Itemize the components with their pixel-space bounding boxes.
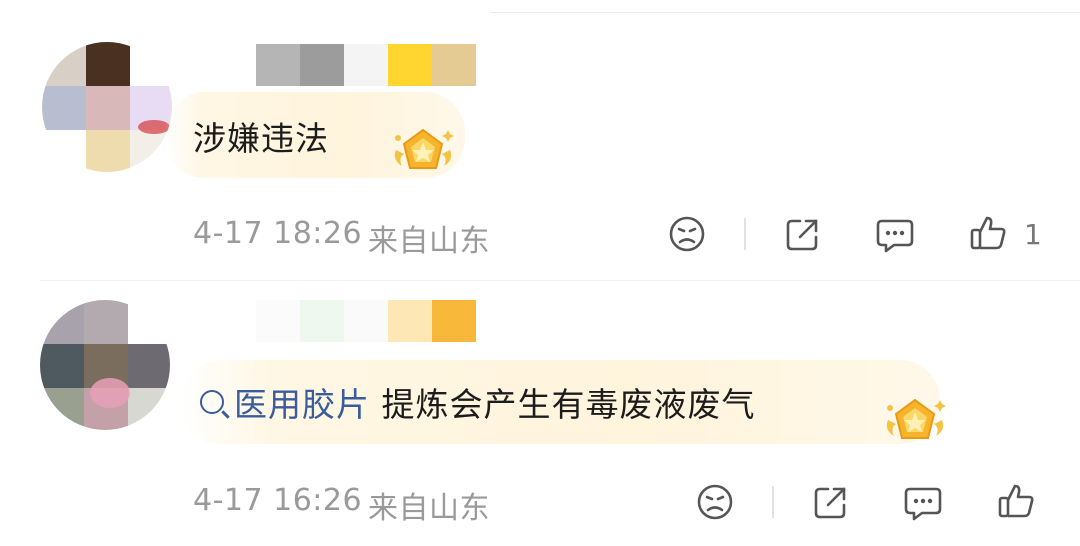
gold-badge-icon <box>390 124 456 180</box>
comment-time: 4-17 16:26 <box>193 483 363 518</box>
like-count: 1 <box>1024 218 1042 251</box>
comment-item: 涉嫌违法 4-17 18:26 来自山东 1 <box>0 0 1080 280</box>
like-thumb-icon[interactable] <box>996 480 1038 522</box>
action-separator <box>744 218 746 250</box>
comment-text: 医用胶片 提炼会产生有毒废液废气 <box>200 378 756 426</box>
gold-badge-icon <box>882 394 948 450</box>
comment-time: 4-17 18:26 <box>193 216 363 251</box>
avatar[interactable] <box>40 300 170 430</box>
comment-location: 来自山东 <box>368 224 490 259</box>
action-separator <box>772 486 774 518</box>
search-link[interactable]: 医用胶片 <box>200 385 382 424</box>
share-icon[interactable] <box>782 213 824 255</box>
search-link-text[interactable]: 医用胶片 <box>234 385 370 424</box>
share-icon[interactable] <box>810 481 852 523</box>
comment-item: 医用胶片 提炼会产生有毒废液废气 4-17 16:26 来自山东 <box>0 280 1080 546</box>
username[interactable] <box>256 300 496 342</box>
username[interactable] <box>256 44 476 86</box>
like-thumb-icon[interactable] <box>968 212 1010 254</box>
comment-location: 来自山东 <box>368 491 490 526</box>
comment-text: 涉嫌违法 <box>193 119 329 158</box>
dislike-face-icon[interactable] <box>694 481 736 523</box>
reply-icon[interactable] <box>902 481 944 523</box>
dislike-face-icon[interactable] <box>666 213 708 255</box>
avatar[interactable] <box>42 42 172 172</box>
search-icon <box>200 390 224 414</box>
comment-body: 提炼会产生有毒废液废气 <box>381 385 756 424</box>
reply-icon[interactable] <box>874 213 916 255</box>
